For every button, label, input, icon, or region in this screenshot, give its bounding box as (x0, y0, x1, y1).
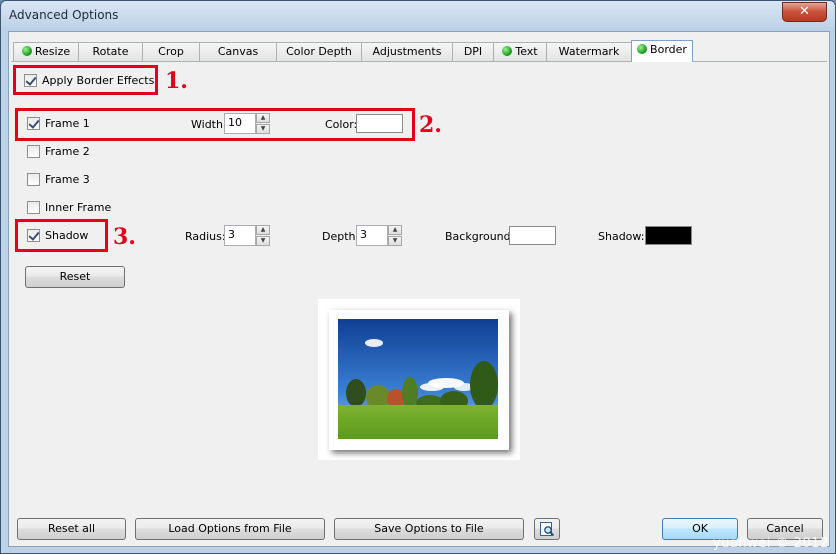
spin-down-icon[interactable]: ▼ (256, 236, 270, 246)
tab-border[interactable]: Border (631, 40, 693, 62)
save-options-button[interactable]: Save Options to File (334, 518, 524, 540)
annotation-number-2: 2. (419, 112, 442, 138)
tab-label: Resize (34, 45, 71, 58)
tab-label: Rotate (92, 45, 129, 58)
tab-label: Color Depth (286, 45, 352, 58)
preview-photo (338, 319, 498, 439)
shadow-radius-input[interactable]: 3 (224, 225, 256, 246)
status-dot-icon (637, 44, 648, 54)
watermark-text: yuanwei © 2012 (713, 536, 829, 551)
preview-button[interactable] (534, 518, 560, 540)
shadow-color-swatch[interactable] (645, 226, 692, 245)
advanced-options-window: Advanced Options ✕ Resize Rotate Crop Ca… (0, 0, 836, 554)
title-bar[interactable]: Advanced Options ✕ (1, 1, 835, 31)
status-dot-icon (21, 46, 32, 56)
load-options-button[interactable]: Load Options from File (135, 518, 325, 540)
shadow-radius-label: Radius: (185, 230, 226, 243)
tab-resize[interactable]: Resize (13, 42, 79, 62)
close-button[interactable]: ✕ (782, 2, 827, 22)
tab-text[interactable]: Text (493, 42, 547, 62)
magnifier-document-icon (540, 522, 555, 537)
checkbox-label: Frame 3 (45, 173, 90, 186)
shadow-depth-input[interactable]: 3 (356, 225, 388, 246)
tab-color-depth[interactable]: Color Depth (276, 42, 362, 62)
shadow-depth-spinner[interactable]: ▲ ▼ (388, 225, 402, 246)
frame-2-checkbox[interactable]: Frame 2 (27, 144, 107, 160)
shadow-depth-label: Depth: (322, 230, 360, 243)
reset-all-button[interactable]: Reset all (17, 518, 126, 540)
shadow-background-label: Background: (445, 230, 515, 243)
tab-adjustments[interactable]: Adjustments (361, 42, 453, 62)
close-icon: ✕ (799, 4, 810, 19)
border-preview (318, 299, 520, 460)
annotation-number-3: 3. (113, 224, 136, 250)
annotation-box-2 (15, 108, 415, 141)
status-dot-icon (502, 46, 513, 56)
checkbox-label: Frame 2 (45, 145, 90, 158)
checkbox-label: Inner Frame (45, 201, 112, 214)
tab-label: Watermark (558, 45, 620, 58)
tab-label: Crop (158, 45, 184, 58)
spin-up-icon[interactable]: ▲ (256, 225, 270, 235)
checkbox-box[interactable] (27, 173, 40, 186)
annotation-number-1: 1. (165, 68, 188, 94)
tab-crop[interactable]: Crop (142, 42, 200, 62)
tab-dpi[interactable]: DPI (452, 42, 494, 62)
annotation-box-3 (15, 219, 108, 252)
tab-label: Canvas (217, 45, 259, 58)
reset-button[interactable]: Reset (25, 266, 125, 288)
frame-3-checkbox[interactable]: Frame 3 (27, 172, 107, 188)
spin-down-icon[interactable]: ▼ (388, 236, 402, 246)
dialog-client-area: Resize Rotate Crop Canvas Color Depth Ad… (8, 31, 830, 547)
checkbox-box[interactable] (27, 145, 40, 158)
tab-rotate[interactable]: Rotate (78, 42, 143, 62)
inner-frame-checkbox[interactable]: Inner Frame (27, 200, 117, 216)
preview-frame (329, 310, 509, 450)
tab-label: Border (650, 43, 687, 56)
tab-label: DPI (463, 45, 483, 58)
annotation-box-1 (13, 65, 158, 95)
spin-up-icon[interactable]: ▲ (388, 225, 402, 235)
shadow-color-label: Shadow: (598, 230, 645, 243)
tab-watermark[interactable]: Watermark (546, 42, 632, 62)
shadow-radius-spinner[interactable]: ▲ ▼ (256, 225, 270, 246)
tab-label: Text (515, 45, 538, 58)
tab-canvas[interactable]: Canvas (199, 42, 277, 62)
tab-panel-divider (11, 61, 827, 62)
landscape-photo-icon (338, 319, 498, 439)
window-title: Advanced Options (9, 8, 119, 22)
shadow-background-swatch[interactable] (509, 226, 556, 245)
tab-label: Adjustments (372, 45, 442, 58)
checkbox-box[interactable] (27, 201, 40, 214)
